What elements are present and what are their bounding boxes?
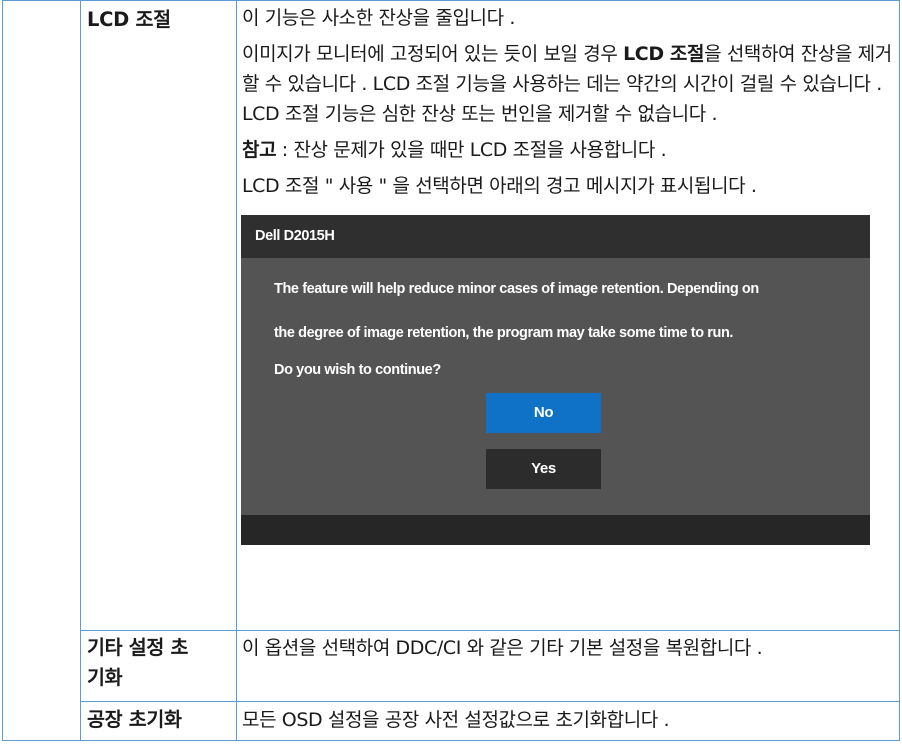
- row-content: 모든 OSD 설정을 공장 사전 설정값으로 초기화합니다 .: [242, 708, 670, 731]
- paragraph-description: 이미지가 모니터에 고정되어 있는 듯이 보일 경우 LCD 조절을 선택하여 …: [242, 39, 897, 129]
- row-label-cell: 공장 초기화: [80, 700, 237, 742]
- dialog-message-line-2: the degree of image retention, the progr…: [274, 325, 734, 341]
- settings-table: LCD 조절 이 기능은 사소한 잔상을 줄입니다 . 이미지가 모니터에 고정…: [2, 0, 900, 742]
- paragraph-note: 참고 : 잔상 문제가 있을 때만 LCD 조절을 사용합니다 .: [242, 135, 899, 165]
- row-label-cell: LCD 조절: [80, 0, 237, 632]
- dialog-title: Dell D2015H: [241, 215, 870, 258]
- row-content: 이 옵션을 선택하여 DDC/CI 와 같은 기타 기본 설정을 복원합니다 .: [242, 637, 763, 660]
- table-row-lcd-conditioning: LCD 조절 이 기능은 사소한 잔상을 줄입니다 . 이미지가 모니터에 고정…: [2, 0, 900, 741]
- description-bold-term: LCD 조절: [623, 43, 705, 65]
- description-text-start: 이미지가 모니터에 고정되어 있는 듯이 보일 경우: [242, 43, 624, 65]
- paragraph-intro: 이 기능은 사소한 잔상을 줄입니다 .: [242, 7, 515, 29]
- row-label-cell: 기타 설정 초기화: [80, 630, 237, 702]
- table-row-other-settings-reset: 기타 설정 초기화 이 옵션을 선택하여 DDC/CI 와 같은 기타 기본 설…: [3, 630, 900, 702]
- blank-column-cell: [2, 0, 81, 741]
- row-label: 공장 초기화: [87, 707, 182, 731]
- paragraph-warning-intro: LCD 조절 " 사용 " 을 선택하면 아래의 경고 메시지가 표시됩니다 .: [242, 175, 757, 197]
- dialog-message-line-1: The feature will help reduce minor cases…: [274, 281, 759, 297]
- row-label: 기타 설정 초기화: [87, 636, 189, 690]
- note-text: : 잔상 문제가 있을 때만 LCD 조절을 사용합니다 .: [276, 139, 667, 161]
- table-row-factory-reset: 공장 초기화 모든 OSD 설정을 공장 사전 설정값으로 초기화합니다 .: [3, 700, 900, 742]
- row-content-cell: 이 기능은 사소한 잔상을 줄입니다 . 이미지가 모니터에 고정되어 있는 듯…: [236, 0, 900, 632]
- osd-warning-dialog: Dell D2015H The feature will help reduce…: [241, 215, 870, 545]
- row-content-cell: 이 옵션을 선택하여 DDC/CI 와 같은 기타 기본 설정을 복원합니다 .: [236, 630, 900, 702]
- row-content-cell: 모든 OSD 설정을 공장 사전 설정값으로 초기화합니다 .: [236, 700, 900, 742]
- row-label: LCD 조절: [87, 8, 171, 31]
- yes-button[interactable]: Yes: [486, 449, 601, 489]
- row-content: 이 기능은 사소한 잔상을 줄입니다 . 이미지가 모니터에 고정되어 있는 듯…: [237, 3, 899, 545]
- note-label: 참고: [242, 139, 277, 161]
- no-button[interactable]: No: [486, 393, 601, 433]
- dialog-message-line-3: Do you wish to continue?: [274, 362, 441, 378]
- dialog-footer-bar: [241, 515, 870, 545]
